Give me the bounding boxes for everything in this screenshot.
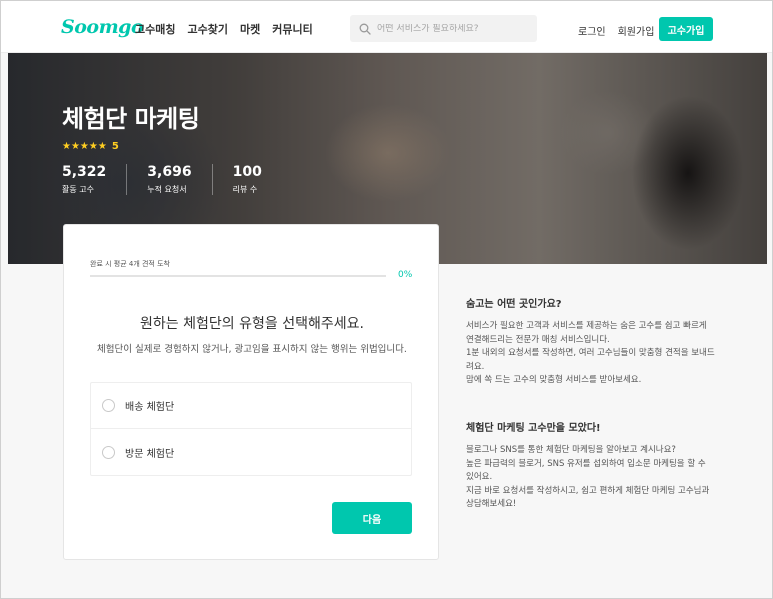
- request-form-card: 완료 시 평균 4개 견적 도착 0% 원하는 체험단의 유형을 선택해주세요.…: [63, 224, 439, 560]
- info-text: 블로그나 SNS를 통한 체험단 마케팅을 알아보고 계시나요? 높은 파급력의…: [466, 444, 716, 512]
- login-link[interactable]: 로그인: [578, 23, 606, 38]
- signup-link[interactable]: 회원가입: [618, 23, 655, 38]
- question-title: 원하는 체험단의 유형을 선택해주세요.: [140, 316, 364, 332]
- stat-total-requests: 3,696 누적 요청서: [147, 164, 213, 195]
- question-description: 체험단이 실제로 경험하지 않거나, 광고임을 표시하지 않는 행위는 위법입니…: [97, 344, 407, 355]
- page-title: 체험단 마케팅: [62, 105, 200, 133]
- nav-pro-matching[interactable]: 고수매칭: [135, 21, 175, 37]
- hero-stats: 5,322 활동 고수 3,696 누적 요청서 100 리뷰 수: [62, 164, 302, 195]
- hero-content: 체험단 마케팅 ★★★★★ 5 5,322 활동 고수 3,696 누적 요청서…: [62, 99, 302, 195]
- radio-button[interactable]: [102, 399, 115, 412]
- nav-community[interactable]: 커뮤니티: [272, 21, 312, 37]
- main-nav: 고수매칭 고수찾기 마켓 커뮤니티: [135, 21, 313, 37]
- info-title: 체험단 마케팅 고수만을 모았다!: [466, 423, 601, 434]
- info-line: 블로그나 SNS를 통한 체험단 마케팅을 알아보고 계시나요?: [466, 445, 676, 455]
- pro-signup-button[interactable]: 고수가입: [659, 17, 713, 41]
- option-label: 배송 체험단: [125, 402, 175, 413]
- search-input[interactable]: [377, 23, 527, 34]
- progress-bar: [90, 275, 386, 277]
- rating: ★★★★★ 5: [62, 141, 302, 152]
- info-about-soomgo: 숨고는 어떤 곳인가요? 서비스가 필요한 고객과 서비스를 제공하는 숨은 고…: [466, 295, 716, 388]
- info-line: 높은 파급력의 블로거, SNS 유저를 섭외하여 입소문 마케팅을 할 수 있…: [466, 458, 706, 483]
- stat-value: 3,696: [147, 164, 192, 180]
- rating-value: 5: [111, 141, 119, 152]
- option-label: 방문 체험단: [125, 448, 175, 460]
- stat-active-pros: 5,322 활동 고수: [62, 164, 128, 195]
- star-rating-icon: ★★★★★: [62, 141, 107, 152]
- auth-links: 로그인 회원가입: [578, 23, 654, 38]
- search-bar[interactable]: [350, 15, 537, 42]
- info-line: 서비스가 필요한 고객과 서비스를 제공하는 숨은 고수를 쉽고 빠르게 연결해…: [466, 321, 707, 345]
- search-icon: [359, 23, 371, 35]
- info-title: 숨고는 어떤 곳인가요?: [466, 299, 562, 310]
- stat-value: 100: [232, 164, 262, 180]
- nav-find-pro[interactable]: 고수찾기: [187, 21, 227, 37]
- next-button[interactable]: 다음: [332, 502, 412, 534]
- stat-label: 활동 고수: [62, 185, 94, 194]
- stat-label: 리뷰 수: [232, 185, 258, 194]
- progress-label: 완료 시 평균 4개 견적 도착: [90, 260, 170, 268]
- info-line: 1분 내외의 요청서를 작성하면, 여러 고수님들이 맞춤형 견적을 보내드려요…: [466, 348, 715, 372]
- soomgo-logo[interactable]: Soomgo: [61, 16, 144, 38]
- top-header: Soomgo 고수매칭 고수찾기 마켓 커뮤니티 로그인 회원가입 고수가입: [1, 1, 772, 53]
- info-review-marketing: 체험단 마케팅 고수만을 모았다! 블로그나 SNS를 통한 체험단 마케팅을 …: [466, 419, 716, 512]
- option-list: 배송 체험단 방문 체험단: [90, 382, 412, 476]
- stat-reviews: 100 리뷰 수: [233, 164, 282, 195]
- nav-market[interactable]: 마켓: [240, 21, 260, 37]
- option-visit-review[interactable]: 방문 체험단: [91, 429, 411, 475]
- info-line: 맘에 쏙 드는 고수의 맞춤형 서비스를 받아보세요.: [466, 375, 642, 385]
- option-delivery-review[interactable]: 배송 체험단: [91, 383, 411, 429]
- stat-label: 누적 요청서: [147, 185, 187, 194]
- info-line: 지금 바로 요청서를 작성하시고, 쉽고 편하게 체험단 마케팅 고수님과 상담…: [466, 485, 710, 510]
- stat-value: 5,322: [62, 164, 107, 180]
- radio-button[interactable]: [102, 445, 115, 459]
- progress-percent: 0%: [398, 270, 413, 280]
- info-text: 서비스가 필요한 고객과 서비스를 제공하는 숨은 고수를 쉽고 빠르게 연결해…: [466, 320, 716, 388]
- page-frame: Soomgo 고수매칭 고수찾기 마켓 커뮤니티 로그인 회원가입 고수가입 체…: [0, 0, 773, 599]
